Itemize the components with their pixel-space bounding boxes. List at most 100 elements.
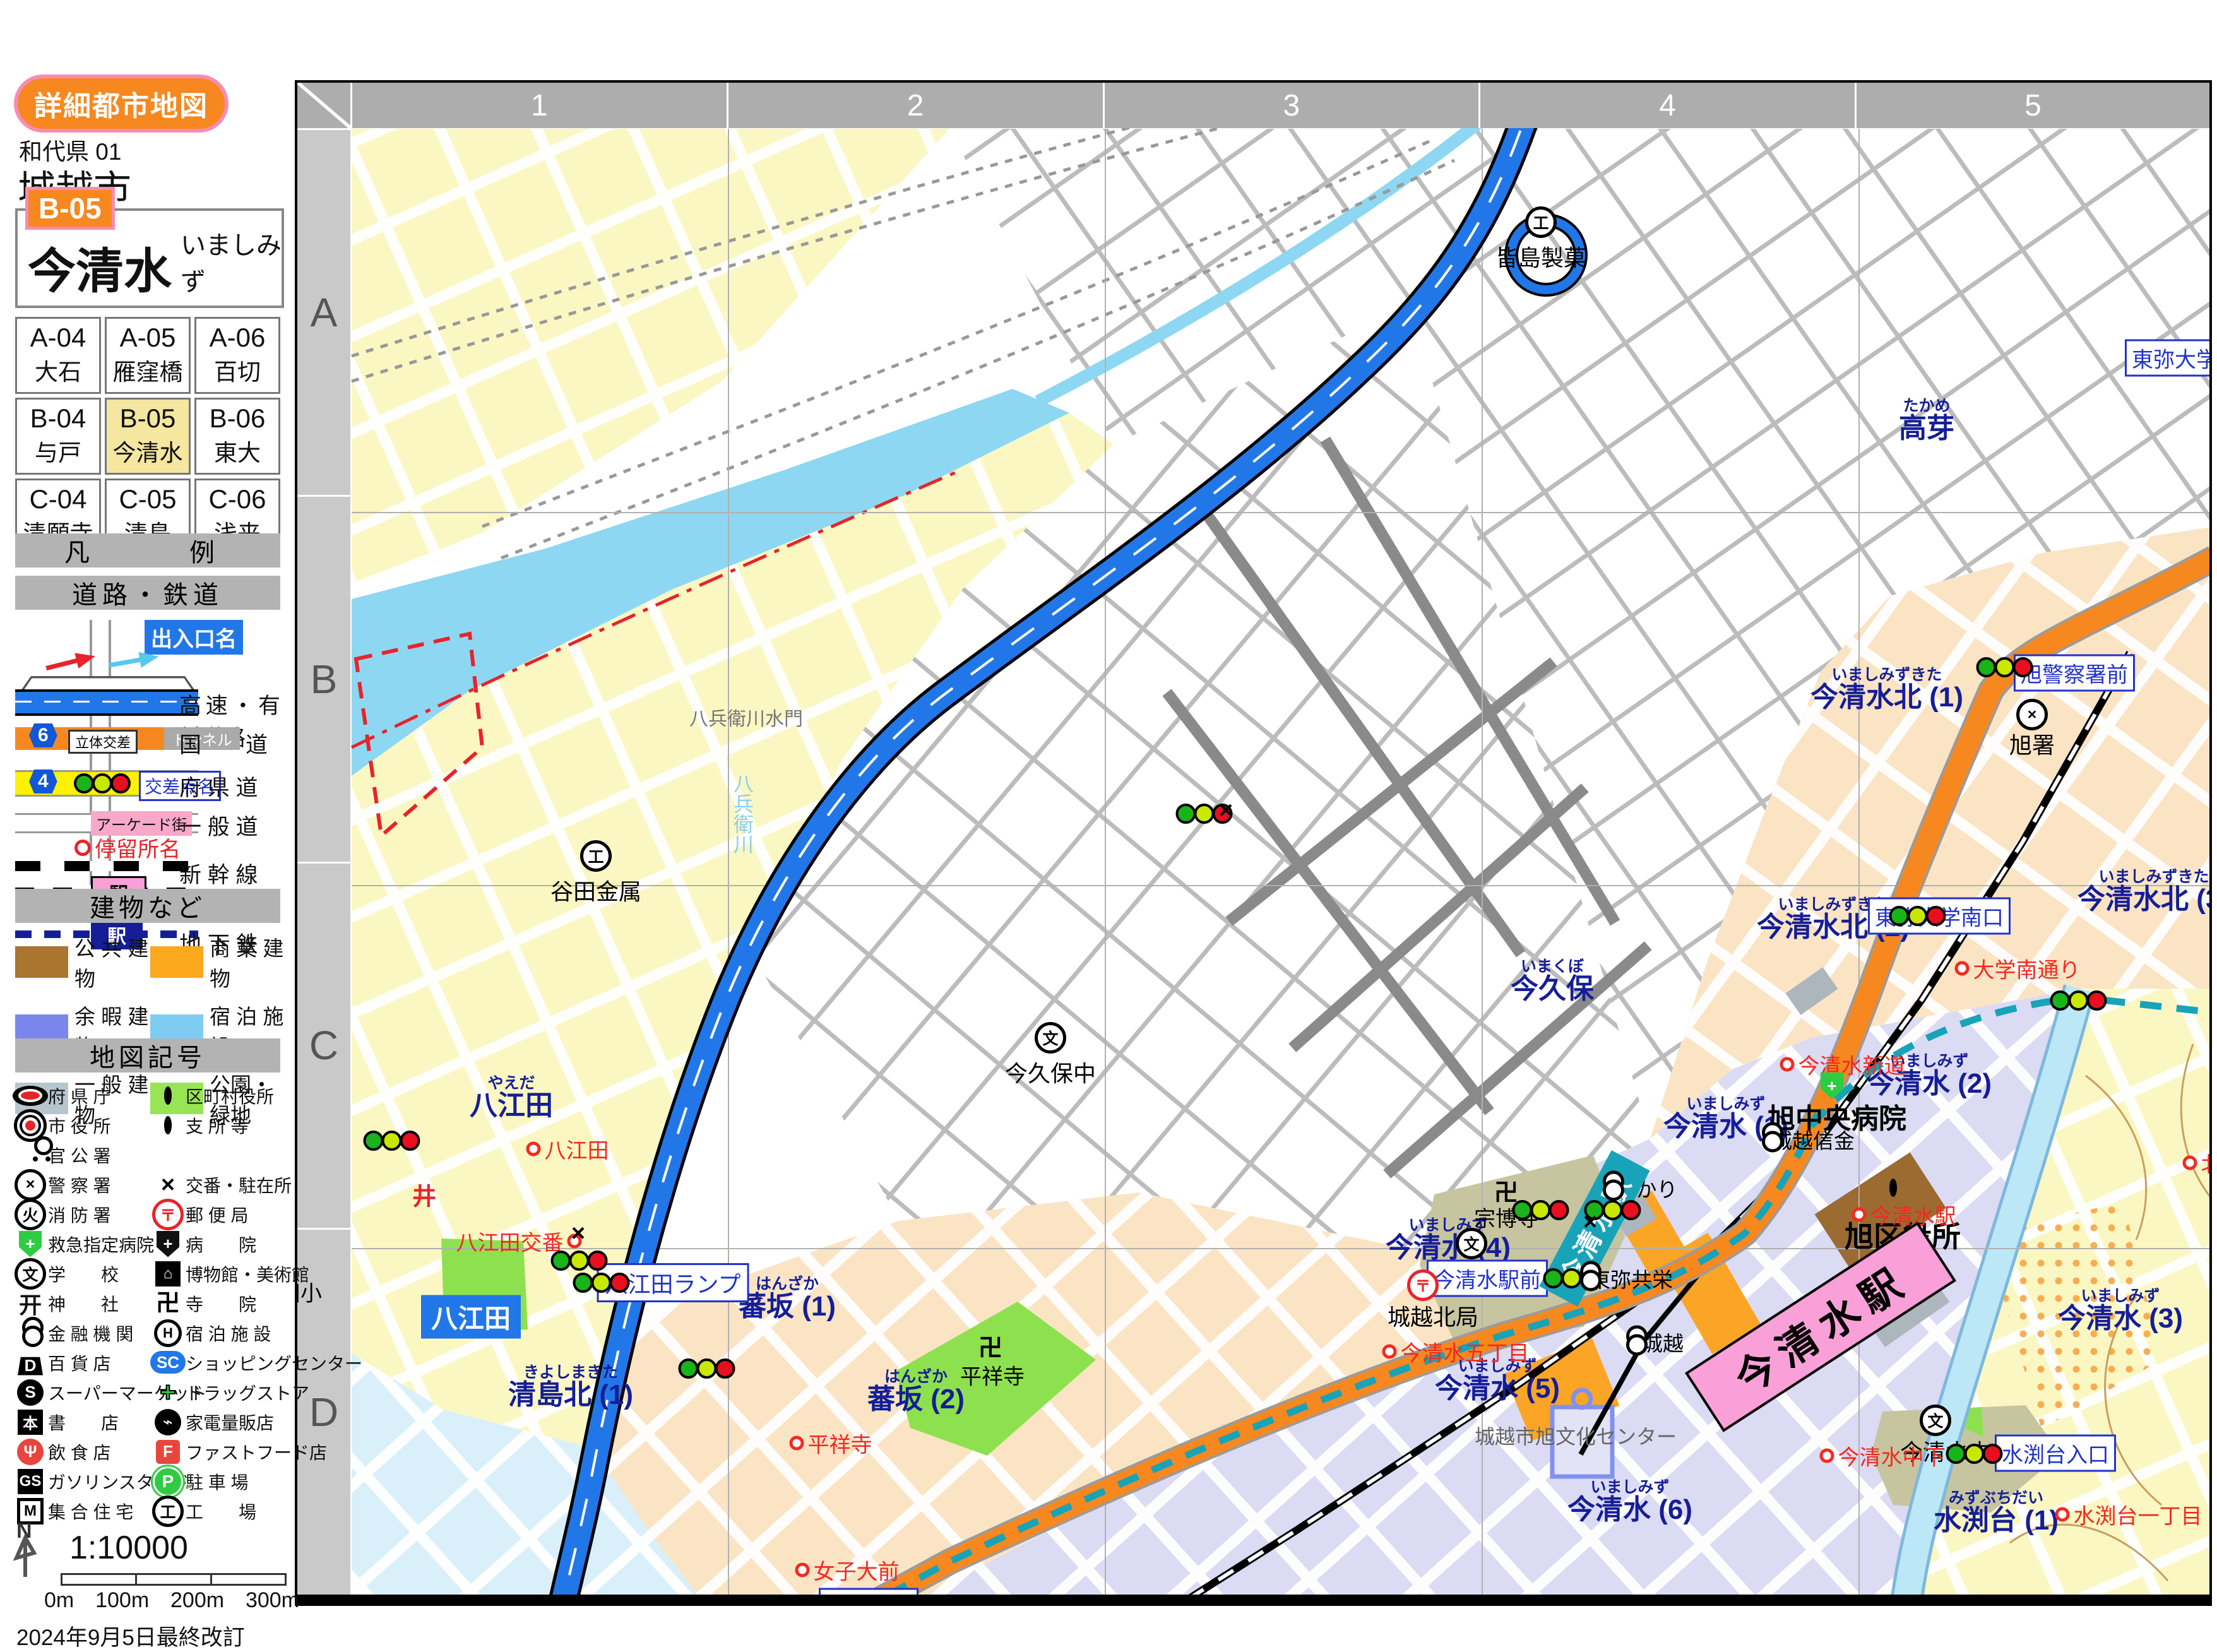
bus-stop-label: 大学南通り (1955, 953, 2081, 984)
bus-stop-label: 北浜 (2183, 1148, 2213, 1179)
map-tile-B-05[interactable]: B-05今清水 (105, 398, 191, 475)
map-tile-B-06[interactable]: B-06東大 (194, 398, 280, 475)
bank-icon (1626, 1346, 1643, 1357)
district-label: いましみず今清水 (3) (2058, 1288, 2183, 1333)
post-office-icon: 〒 (1407, 1283, 1439, 1294)
school-icon: 文 (1456, 1242, 1487, 1252)
symbol-legend-item: Ψ飲 食 店 (13, 1439, 150, 1465)
traffic-signal-icon (76, 773, 131, 793)
expressway-graphic (15, 689, 198, 716)
route-badge-icon: 6 (29, 723, 57, 747)
column-header-strip: 12345 (297, 83, 2209, 128)
map-canvas: 12345 ABCD たかめ高芽いましみずきた今清水北 (1)いましみずきた今清… (295, 80, 2212, 1606)
symbol-legend-item: D百 貨 店 (13, 1350, 150, 1376)
bus-stop-label: 今清水五丁目 (1382, 1336, 1530, 1367)
legend-prefectural-label: 府 県 道 (179, 770, 280, 802)
temple-icon: 卍 (978, 1348, 1002, 1358)
sheet-name: 今清水 (28, 232, 172, 302)
intersection-label: 東弥大学前 (2125, 340, 2212, 377)
district-label: はんざか蕃坂 (1) (739, 1276, 836, 1321)
legend-national-label: 国 道 (179, 727, 280, 759)
national-road-graphic: 6 立体交差 トンネル (15, 727, 198, 750)
map-tile-A-05[interactable]: A-05雁窪橋 (105, 317, 191, 394)
north-arrow-icon: N (11, 1519, 47, 1579)
symbol-legend-item: 市 役 所 (13, 1109, 150, 1142)
bank-icon (1602, 1192, 1620, 1203)
fast-food-icon: F (156, 1440, 180, 1464)
facility-label: 城越信金 (1771, 1124, 1855, 1155)
legend-ordinary-label: 一 般 道 (179, 809, 280, 841)
traffic-signal-icon (1514, 1200, 1569, 1220)
symbol-legend-item: P駐 車 場 (150, 1466, 288, 1497)
museum-icon: ⌂ (155, 1261, 181, 1287)
shinkansen-graphic (15, 861, 198, 871)
legend-title: 凡 例 (15, 533, 280, 568)
grade-separation-label: 立体交差 (68, 730, 138, 754)
district-label: いましみずきた今清水北 (3) (2077, 869, 2212, 914)
prefectural-road-graphic: 4 交差点名 (15, 770, 198, 797)
facility-label: 今久保中 (1005, 1055, 1096, 1088)
traffic-signal-icon (575, 1273, 630, 1293)
map-sheet-page: { "header":{ "series_label":"詳細都市地図", "p… (0, 0, 2217, 1628)
scale-tick: 0m (44, 1588, 74, 1613)
facility-label: 東弥共栄 (1590, 1263, 1673, 1293)
symbol-legend-item: +病 院 (150, 1231, 288, 1257)
row-header-A: A (297, 130, 350, 495)
ward-office-icon (1889, 1179, 1897, 1197)
scale-ticks: 0m100m200m300m (44, 1588, 299, 1613)
symbol-legend-item: ⌁家電量販店 (150, 1409, 288, 1435)
symbol-legend-item: SCショッピングセンター (150, 1350, 288, 1376)
column-header-2: 2 (728, 83, 1103, 128)
map-tile-A-04[interactable]: A-04大石 (15, 317, 101, 394)
scale-tick: 200m (170, 1588, 224, 1613)
district-label: いましみず今清水 (6) (1567, 1479, 1692, 1524)
drugstore-icon: + (160, 1379, 176, 1406)
intersection-label: 女子大前 (819, 1588, 918, 1607)
emergency-hospital-icon: + (19, 1231, 42, 1257)
district-label: みずぶちだい水渕台 (1) (1934, 1490, 2059, 1535)
facility-label: 城越 (1642, 1327, 1684, 1357)
bank-icon (1761, 1143, 1779, 1154)
row-header-B: B (297, 497, 350, 862)
adjacent-sheet-grid: A-04大石A-05雁窪橋A-06百切B-04与戸B-05今清水B-06東大C-… (15, 317, 280, 556)
bus-stop-ring-icon (790, 1436, 804, 1451)
bus-stop-label: 女子大前 (795, 1555, 900, 1586)
hotel-icon: H (154, 1319, 182, 1347)
restaurant-icon: Ψ (17, 1439, 44, 1465)
bus-stop-label: 今清水中下 (1820, 1441, 1946, 1471)
supermarket-icon: S (17, 1379, 44, 1406)
electronics-store-icon: ⌁ (155, 1409, 181, 1435)
shrine-icon: 开 (19, 1287, 42, 1320)
column-header-3: 3 (1105, 83, 1479, 128)
school-icon: 文 (1035, 1036, 1066, 1047)
legend-entrance-label: 出入口名 (145, 620, 243, 655)
temple-icon: 卍 (156, 1292, 180, 1316)
viaduct-graphic (21, 676, 194, 689)
map-tile-A-06[interactable]: A-06百切 (194, 317, 280, 394)
factory-icon: 工 (1525, 220, 1557, 231)
symbol-legend-item: H宿 泊 施 設 (150, 1319, 288, 1347)
fire-station-icon: 火 (15, 1199, 46, 1230)
bus-stop-ring-icon (526, 1142, 541, 1156)
shopping-center-icon: SC (150, 1353, 186, 1372)
bus-stop-label: 水渕台一丁目 (2055, 1499, 2202, 1530)
symbol-legend-item: Fファストフード店 (150, 1439, 288, 1465)
symbol-legend-item: +救急指定病院 (13, 1231, 150, 1257)
hospital-icon: + (157, 1231, 179, 1257)
entrance-label: 八江田 (421, 1295, 521, 1339)
bus-stop-graphic: 停留所名 (74, 832, 181, 863)
facility-label: 城越市旭文化センター (1475, 1421, 1677, 1450)
symbol-legend-item: 开神 社 (13, 1287, 150, 1320)
factory-icon: 工 (580, 854, 612, 865)
bank-icon (21, 1317, 39, 1349)
facility-label: 旭署 (2009, 727, 2055, 760)
koban-icon: × (1583, 1221, 1597, 1232)
building-legend-item: 公 共 建 物 (15, 932, 150, 992)
bank-icon (1579, 1282, 1597, 1293)
map-tile-B-04[interactable]: B-04与戸 (15, 398, 101, 475)
koban-icon: × (161, 1173, 175, 1197)
building-legend-item: 商 業 建 物 (150, 932, 285, 992)
koban-icon: × (571, 1233, 585, 1244)
district-label: はんざか蕃坂 (2) (867, 1369, 965, 1414)
symbol-legend-item: 卍寺 院 (150, 1291, 288, 1316)
